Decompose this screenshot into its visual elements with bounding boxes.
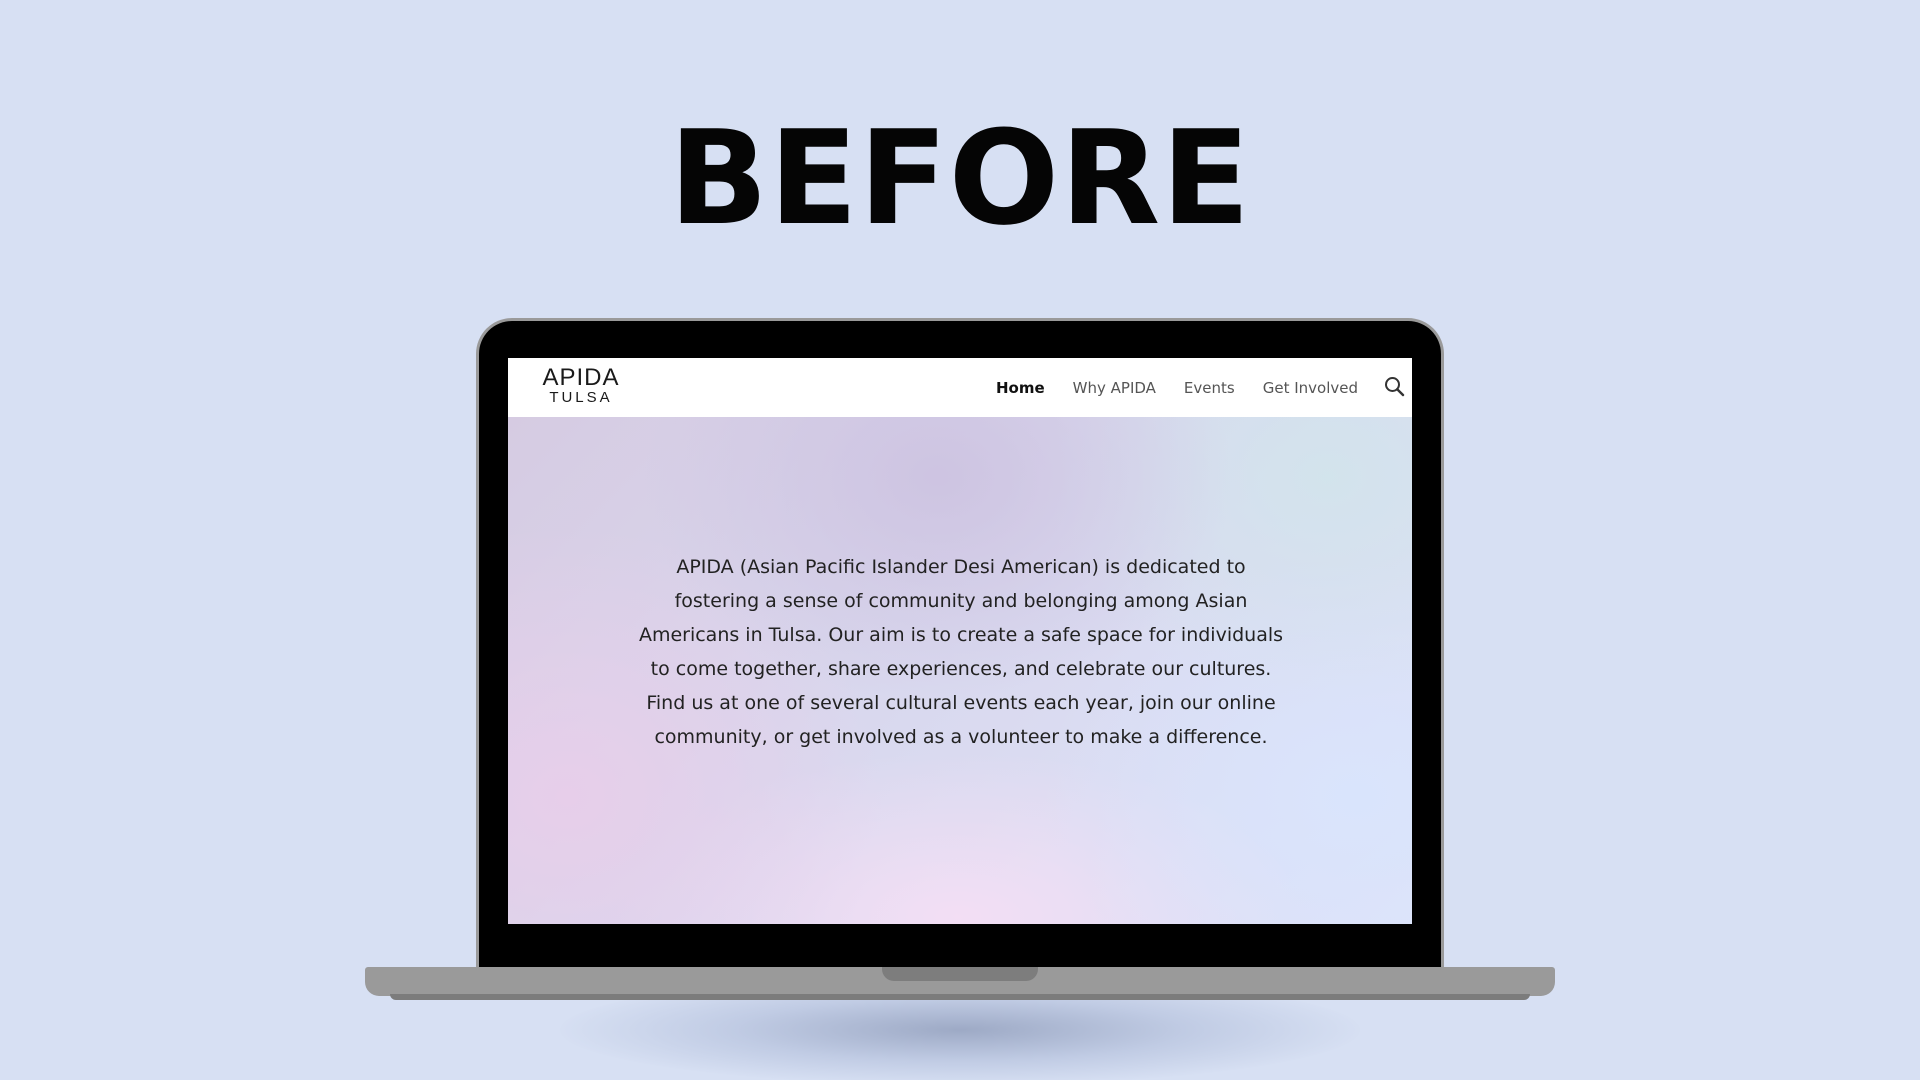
slide-headline: BEFORE: [668, 102, 1252, 254]
laptop-base-bottom: [390, 994, 1530, 1000]
nav-menu: Home Why APIDA Events Get Involved: [968, 358, 1358, 417]
logo-line-1: APIDA: [542, 364, 620, 391]
laptop-screen: APIDA TULSA Home Why APIDA Events Get In…: [508, 358, 1412, 924]
nav-item-why-apida[interactable]: Why APIDA: [1073, 379, 1156, 397]
laptop-hinge-notch: [882, 967, 1038, 981]
nav-item-events[interactable]: Events: [1184, 379, 1235, 397]
presentation-slide: BEFORE APIDA TULSA Home Why APIDA Events…: [0, 0, 1920, 1080]
site-logo[interactable]: APIDA TULSA: [541, 366, 621, 406]
nav-item-home[interactable]: Home: [996, 379, 1045, 397]
logo-line-2: TULSA: [549, 389, 613, 406]
site-navbar: APIDA TULSA Home Why APIDA Events Get In…: [508, 358, 1412, 417]
nav-item-get-involved[interactable]: Get Involved: [1263, 379, 1358, 397]
search-icon[interactable]: [1382, 374, 1408, 400]
hero-description: APIDA (Asian Pacific Islander Desi Ameri…: [638, 556, 1284, 748]
hero-section: APIDA (Asian Pacific Islander Desi Ameri…: [508, 417, 1412, 924]
